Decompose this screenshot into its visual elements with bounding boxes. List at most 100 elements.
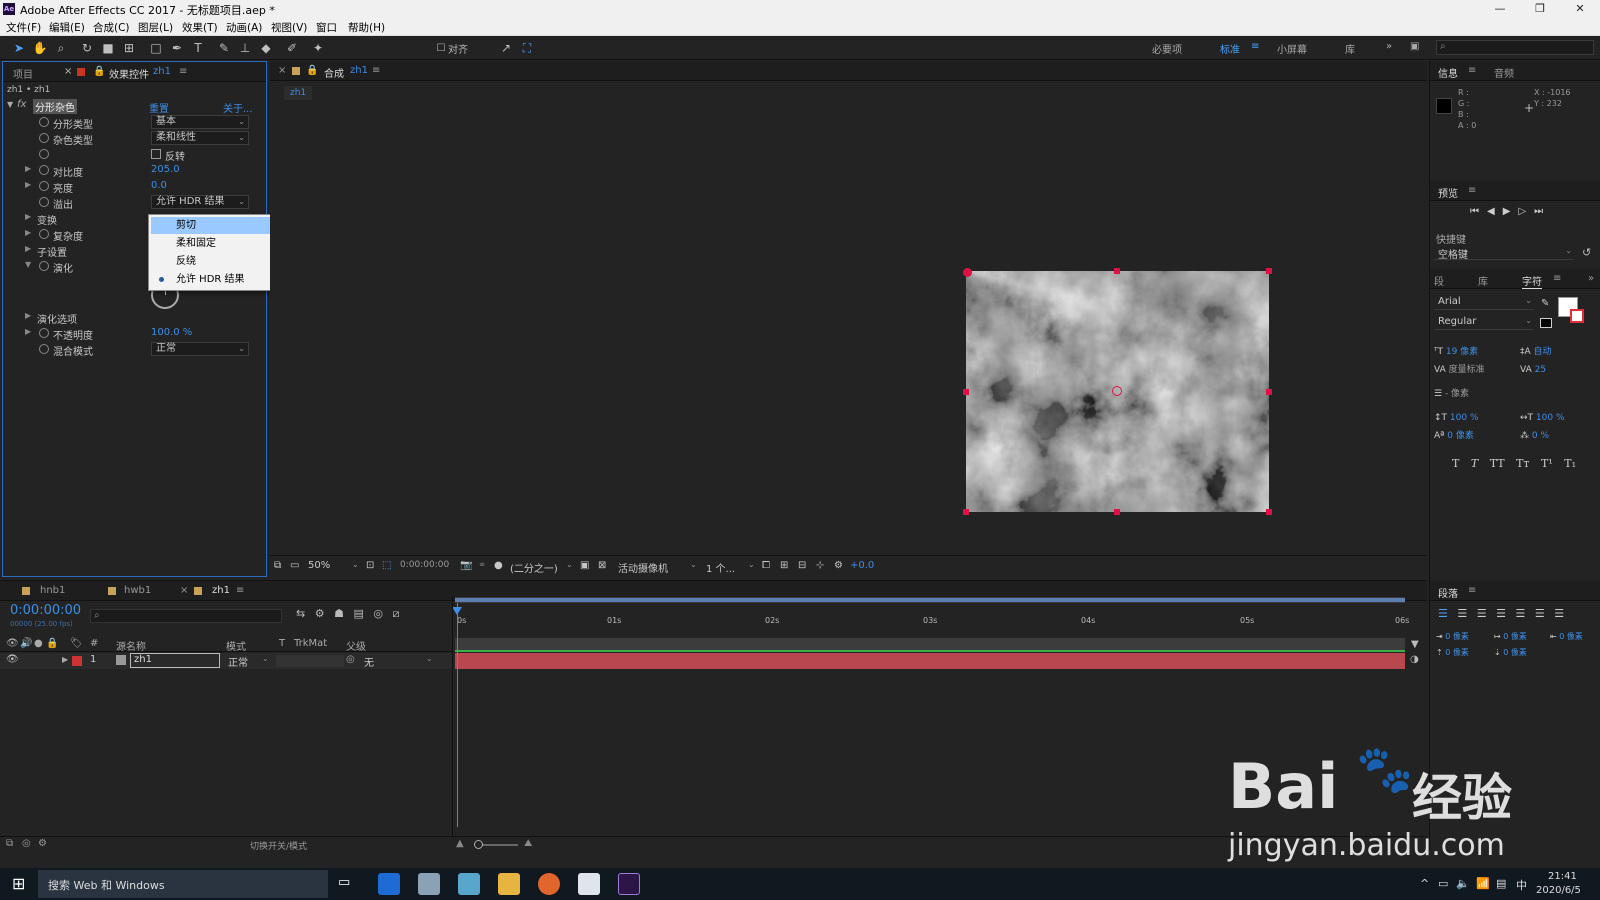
rotate-tool-icon[interactable]: ↻ <box>78 39 96 57</box>
stroke-color-swatch[interactable] <box>1570 309 1584 323</box>
menu-file[interactable]: 文件(F) <box>6 20 41 35</box>
handle-mid-right[interactable] <box>1266 389 1272 395</box>
parent-select[interactable]: 无 <box>364 654 374 669</box>
font-style-select[interactable]: Regular ⌄ <box>1434 316 1534 330</box>
stopwatch-icon[interactable] <box>39 181 49 191</box>
menu-item-wrap-back[interactable]: 反绕 <box>151 253 288 270</box>
pick-whip-icon[interactable]: ◎ <box>346 654 355 665</box>
exposure-value[interactable]: +0.0 <box>850 560 874 571</box>
space-before-value[interactable]: 0 像素 <box>1445 648 1469 657</box>
selection-tool-icon[interactable]: ➤ <box>10 39 28 57</box>
menu-item-soft-clamp[interactable]: 柔和固定 <box>151 235 288 252</box>
frame-blending-icon[interactable]: ▤ <box>353 607 363 620</box>
panel-menu-icon[interactable]: ≡ <box>1468 585 1476 596</box>
pan-behind-tool-icon[interactable]: ⊞ <box>120 39 138 57</box>
workspace-library[interactable]: 库 <box>1345 41 1355 56</box>
tab-info[interactable]: 信息 <box>1438 65 1458 80</box>
tab-audio[interactable]: 音频 <box>1494 65 1514 80</box>
after-effects-taskbar-icon[interactable] <box>618 873 640 895</box>
camera-select[interactable]: 活动摄像机 <box>618 560 668 575</box>
tab-character[interactable]: 字符 <box>1522 273 1542 289</box>
close-tab-icon[interactable]: × <box>278 65 286 76</box>
baseline-shift-value[interactable]: 0 像素 <box>1447 431 1474 441</box>
panel-menu-icon[interactable]: ≡ <box>179 66 187 77</box>
expand-arrow-icon[interactable]: ▶ <box>25 212 31 221</box>
timeline-icon[interactable]: ⊟ <box>798 560 806 571</box>
tray-arrow-icon[interactable]: ^ <box>1420 877 1429 890</box>
panel-menu-icon[interactable]: ≡ <box>1553 273 1561 284</box>
black-white-swatch[interactable] <box>1540 318 1552 328</box>
faux-italic-button[interactable]: T <box>1471 457 1478 470</box>
kerning-value[interactable]: 度量标准 <box>1449 365 1485 375</box>
motion-blur-icon[interactable]: ◎ <box>373 607 383 620</box>
reset-link[interactable]: 重置 <box>149 100 169 115</box>
clock-date[interactable]: 2020/6/5 <box>1536 885 1581 896</box>
handle-top-mid[interactable] <box>1114 268 1120 274</box>
eye-icon[interactable]: 👁 <box>6 654 19 665</box>
stopwatch-icon[interactable] <box>39 133 49 143</box>
next-frame-icon[interactable]: ▷ <box>1518 206 1534 217</box>
expand-arrow-icon[interactable]: ▶ <box>25 180 31 189</box>
timeline-zoom-slider[interactable] <box>474 840 518 849</box>
align-center-icon[interactable]: ☰ <box>1457 607 1467 620</box>
expand-arrow-icon[interactable]: ▶ <box>25 311 31 320</box>
expand-arrow-icon[interactable]: ▶ <box>25 327 31 336</box>
comp-marker-icon[interactable]: ▼ <box>1411 639 1419 650</box>
menu-item-clip[interactable]: 剪切 <box>151 217 288 234</box>
menu-layer[interactable]: 图层(L) <box>138 20 173 35</box>
show-snapshot-icon[interactable]: ⚭ <box>478 560 486 571</box>
snapshot-icon[interactable]: 📷 <box>460 560 472 571</box>
menu-view[interactable]: 视图(V) <box>271 20 307 35</box>
menu-effect[interactable]: 效果(T) <box>182 20 218 35</box>
expand-effect-icon[interactable]: ▼ <box>7 100 13 109</box>
task-view-icon[interactable]: ▭ <box>338 875 350 890</box>
layer-row[interactable]: 👁 ▶ 1 zh1 正常 ⌄ ◎ 无 ⌄ <box>0 653 452 669</box>
restore-button[interactable]: ❐ <box>1520 0 1560 18</box>
edge-browser-icon[interactable] <box>378 873 400 895</box>
lock-icon[interactable]: 🔒 <box>93 66 105 77</box>
work-area-bar[interactable] <box>455 597 1405 603</box>
tsume-value[interactable]: 0 % <box>1532 431 1549 441</box>
minimize-button[interactable]: — <box>1480 0 1520 18</box>
fit-icon[interactable]: ⊡ <box>366 560 374 571</box>
shy-icon[interactable]: ☗ <box>334 607 344 620</box>
zoom-tool-icon[interactable]: ⌕ <box>52 39 70 57</box>
handle-top-right[interactable] <box>1266 268 1272 274</box>
work-area-range[interactable] <box>455 598 1405 602</box>
snap-options-icon[interactable]: ⛶ <box>518 39 536 57</box>
stroke-width-value[interactable]: - 像素 <box>1445 389 1469 399</box>
layer-name-field[interactable]: zh1 <box>130 653 220 668</box>
brush-tool-icon[interactable]: ✎ <box>215 39 233 57</box>
tab-project[interactable]: 项目 <box>13 66 33 81</box>
stopwatch-icon[interactable] <box>39 229 49 239</box>
space-after-value[interactable]: 0 像素 <box>1503 648 1527 657</box>
clock-time[interactable]: 21:41 <box>1548 871 1577 882</box>
tab-effect-controls[interactable]: 效果控件 <box>109 66 149 81</box>
battery-icon[interactable]: ▭ <box>1438 877 1448 890</box>
expand-arrow-icon[interactable]: ▶ <box>25 164 31 173</box>
notification-icon[interactable]: ▤ <box>1496 877 1506 890</box>
network-icon[interactable]: 📶 <box>1476 877 1490 890</box>
time-ruler[interactable]: 0s 01s 02s 03s 04s 05s 06s <box>455 608 1409 628</box>
close-tab-icon[interactable]: × <box>64 66 72 77</box>
more-workspaces-icon[interactable]: » <box>1386 41 1392 52</box>
indent-right-value[interactable]: 0 像素 <box>1559 632 1583 641</box>
help-search-input[interactable]: ⌕ <box>1436 40 1594 55</box>
stopwatch-icon[interactable] <box>39 165 49 175</box>
indent-first-value[interactable]: 0 像素 <box>1503 632 1527 641</box>
firefox-icon[interactable] <box>538 873 560 895</box>
last-frame-icon[interactable]: ⏭ <box>1534 206 1551 217</box>
roto-brush-tool-icon[interactable]: ✐ <box>283 39 301 57</box>
expand-arrow-icon[interactable]: ▶ <box>25 228 31 237</box>
app-icon-3[interactable] <box>578 873 600 895</box>
font-size-value[interactable]: 19 像素 <box>1446 347 1478 357</box>
menu-animation[interactable]: 动画(A) <box>226 20 262 35</box>
tab-composition[interactable]: 合成 <box>324 65 344 80</box>
channel-icon[interactable]: ● <box>494 560 503 571</box>
menu-composition[interactable]: 合成(C) <box>93 20 130 35</box>
handle-bottom-mid[interactable] <box>1114 509 1120 515</box>
composition-subtab[interactable]: zh1 <box>284 86 313 100</box>
eyedropper-icon[interactable]: ✎ <box>1541 298 1549 309</box>
all-caps-button[interactable]: TT <box>1490 457 1505 470</box>
layer-mode-select[interactable]: 正常 <box>228 654 248 669</box>
